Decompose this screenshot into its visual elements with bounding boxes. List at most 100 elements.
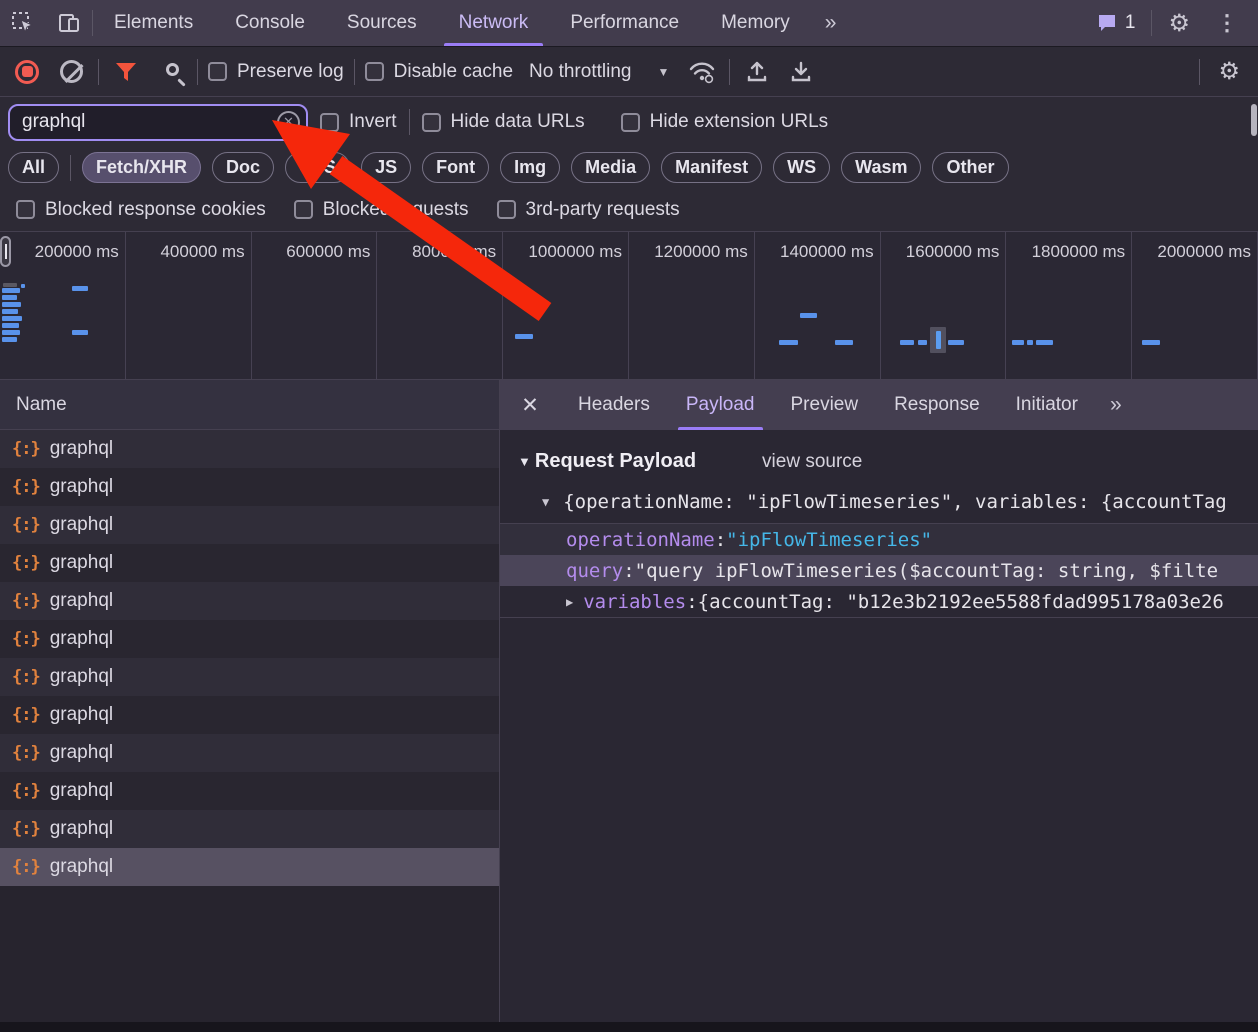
request-row[interactable]: {:}graphql: [0, 582, 499, 620]
tab-elements[interactable]: Elements: [93, 0, 214, 46]
tab-label: Console: [235, 12, 305, 34]
request-row[interactable]: {:}graphql: [0, 772, 499, 810]
type-chip-doc[interactable]: Doc: [212, 152, 274, 183]
throttling-value: No throttling: [529, 61, 631, 83]
overflow-menu-icon[interactable]: ⋮: [1206, 10, 1248, 36]
tab-label: Network: [459, 12, 529, 34]
network-conditions-icon[interactable]: [685, 55, 719, 89]
tab-memory[interactable]: Memory: [700, 0, 811, 46]
hide-data-urls-label: Hide data URLs: [451, 111, 585, 133]
divider: [1199, 59, 1200, 85]
request-name: graphql: [50, 780, 113, 802]
detail-tab-headers[interactable]: Headers: [560, 380, 668, 430]
waterfall-mark: [2, 330, 20, 335]
detail-tab-preview[interactable]: Preview: [773, 380, 877, 430]
request-name: graphql: [50, 742, 113, 764]
type-chip-other[interactable]: Other: [932, 152, 1008, 183]
more-tabs-icon[interactable]: »: [811, 0, 849, 46]
network-overview-timeline[interactable]: 200000 ms 400000 ms 600000 ms 800000 ms …: [0, 232, 1258, 380]
request-type-filters: All Fetch/XHR Doc CSS JS Font Img Media …: [0, 147, 1258, 188]
request-row[interactable]: {:}graphql: [0, 506, 499, 544]
payload-row-query[interactable]: query: "query ipFlowTimeseries($accountT…: [500, 555, 1258, 586]
third-party-requests-checkbox[interactable]: [497, 200, 516, 219]
json-icon: {:}: [12, 515, 40, 535]
throttling-dropdown[interactable]: No throttling ▼: [523, 61, 675, 83]
waterfall-mark: [779, 340, 798, 345]
divider: [409, 109, 410, 135]
request-row[interactable]: {:}graphql: [0, 658, 499, 696]
type-chip-media[interactable]: Media: [571, 152, 650, 183]
type-chip-all[interactable]: All: [8, 152, 59, 183]
blocked-requests-checkbox[interactable]: [294, 200, 313, 219]
import-har-icon[interactable]: [740, 55, 774, 89]
settings-gear-icon[interactable]: ⚙: [1160, 9, 1198, 38]
type-chip-wasm[interactable]: Wasm: [841, 152, 921, 183]
request-list-panel: Name {:}graphql {:}graphql {:}graphql {:…: [0, 380, 500, 1022]
request-row[interactable]: {:}graphql: [0, 810, 499, 848]
network-filter-row: ✕ Invert Hide data URLs Hide extension U…: [0, 97, 1258, 147]
payload-row-operation-name[interactable]: operationName: "ipFlowTimeseries": [500, 524, 1258, 555]
request-rows: {:}graphql {:}graphql {:}graphql {:}grap…: [0, 430, 499, 886]
type-chip-manifest[interactable]: Manifest: [661, 152, 762, 183]
issues-button[interactable]: 1: [1088, 12, 1144, 34]
payload-summary-text: {operationName: "ipFlowTimeseries", vari…: [563, 491, 1226, 513]
json-icon: {:}: [12, 591, 40, 611]
collapse-triangle-icon[interactable]: ▼: [542, 495, 549, 509]
export-har-icon[interactable]: [784, 55, 818, 89]
payload-summary-row[interactable]: ▼ {operationName: "ipFlowTimeseries", va…: [500, 483, 1258, 523]
clear-filter-icon[interactable]: ✕: [277, 111, 300, 134]
tab-network[interactable]: Network: [438, 0, 550, 46]
blocked-response-cookies-checkbox[interactable]: [16, 200, 35, 219]
detail-tab-response[interactable]: Response: [876, 380, 998, 430]
disable-cache-checkbox[interactable]: [365, 62, 384, 81]
request-row[interactable]: {:}graphql: [0, 468, 499, 506]
type-chip-font[interactable]: Font: [422, 152, 489, 183]
hide-data-urls-checkbox[interactable]: [422, 113, 441, 132]
type-chip-ws[interactable]: WS: [773, 152, 830, 183]
request-row-selected[interactable]: {:}graphql: [0, 848, 499, 886]
type-chip-js[interactable]: JS: [361, 152, 411, 183]
type-chip-css[interactable]: CSS: [285, 152, 350, 183]
request-row[interactable]: {:}graphql: [0, 734, 499, 772]
divider: [354, 59, 355, 85]
expand-triangle-icon[interactable]: ▶: [566, 595, 573, 609]
waterfall-mark: [2, 295, 17, 300]
filter-input[interactable]: [8, 104, 308, 141]
detail-tab-payload[interactable]: Payload: [668, 380, 773, 430]
network-settings-gear-icon[interactable]: ⚙: [1210, 57, 1248, 86]
request-row[interactable]: {:}graphql: [0, 430, 499, 468]
tab-console[interactable]: Console: [214, 0, 326, 46]
json-icon: {:}: [12, 857, 40, 877]
clear-network-log-icon[interactable]: [54, 55, 88, 89]
device-toolbar-icon[interactable]: [46, 0, 92, 46]
scrollbar-thumb[interactable]: [1251, 104, 1257, 136]
filter-funnel-icon[interactable]: [109, 55, 143, 89]
preserve-log-checkbox[interactable]: [208, 62, 227, 81]
tab-performance[interactable]: Performance: [549, 0, 700, 46]
collapse-triangle-icon[interactable]: ▼: [518, 454, 531, 469]
waterfall-mark: [900, 340, 914, 345]
close-icon[interactable]: ✕: [500, 393, 560, 418]
blocked-response-cookies-label: Blocked response cookies: [45, 199, 266, 221]
detail-tab-initiator[interactable]: Initiator: [998, 380, 1096, 430]
payload-row-variables[interactable]: ▶ variables: {accountTag: "b12e3b2192ee5…: [500, 586, 1258, 617]
json-icon: {:}: [12, 667, 40, 687]
view-source-link[interactable]: view source: [762, 451, 862, 473]
record-network-log-icon[interactable]: [10, 55, 44, 89]
waterfall-mark: [72, 330, 88, 335]
hide-extension-urls-checkbox[interactable]: [621, 113, 640, 132]
name-column-header[interactable]: Name: [0, 380, 499, 430]
type-chip-fetch-xhr[interactable]: Fetch/XHR: [82, 152, 201, 183]
inspect-element-icon[interactable]: [0, 0, 46, 46]
more-detail-tabs-icon[interactable]: »: [1096, 393, 1134, 417]
request-row[interactable]: {:}graphql: [0, 620, 499, 658]
search-icon[interactable]: [153, 55, 187, 89]
request-row[interactable]: {:}graphql: [0, 544, 499, 582]
request-row[interactable]: {:}graphql: [0, 696, 499, 734]
overview-resize-handle[interactable]: [0, 236, 11, 267]
type-chip-img[interactable]: Img: [500, 152, 560, 183]
window-bottom-edge: [0, 1022, 1258, 1032]
invert-checkbox[interactable]: [320, 113, 339, 132]
waterfall-mark: [2, 309, 18, 314]
tab-sources[interactable]: Sources: [326, 0, 438, 46]
